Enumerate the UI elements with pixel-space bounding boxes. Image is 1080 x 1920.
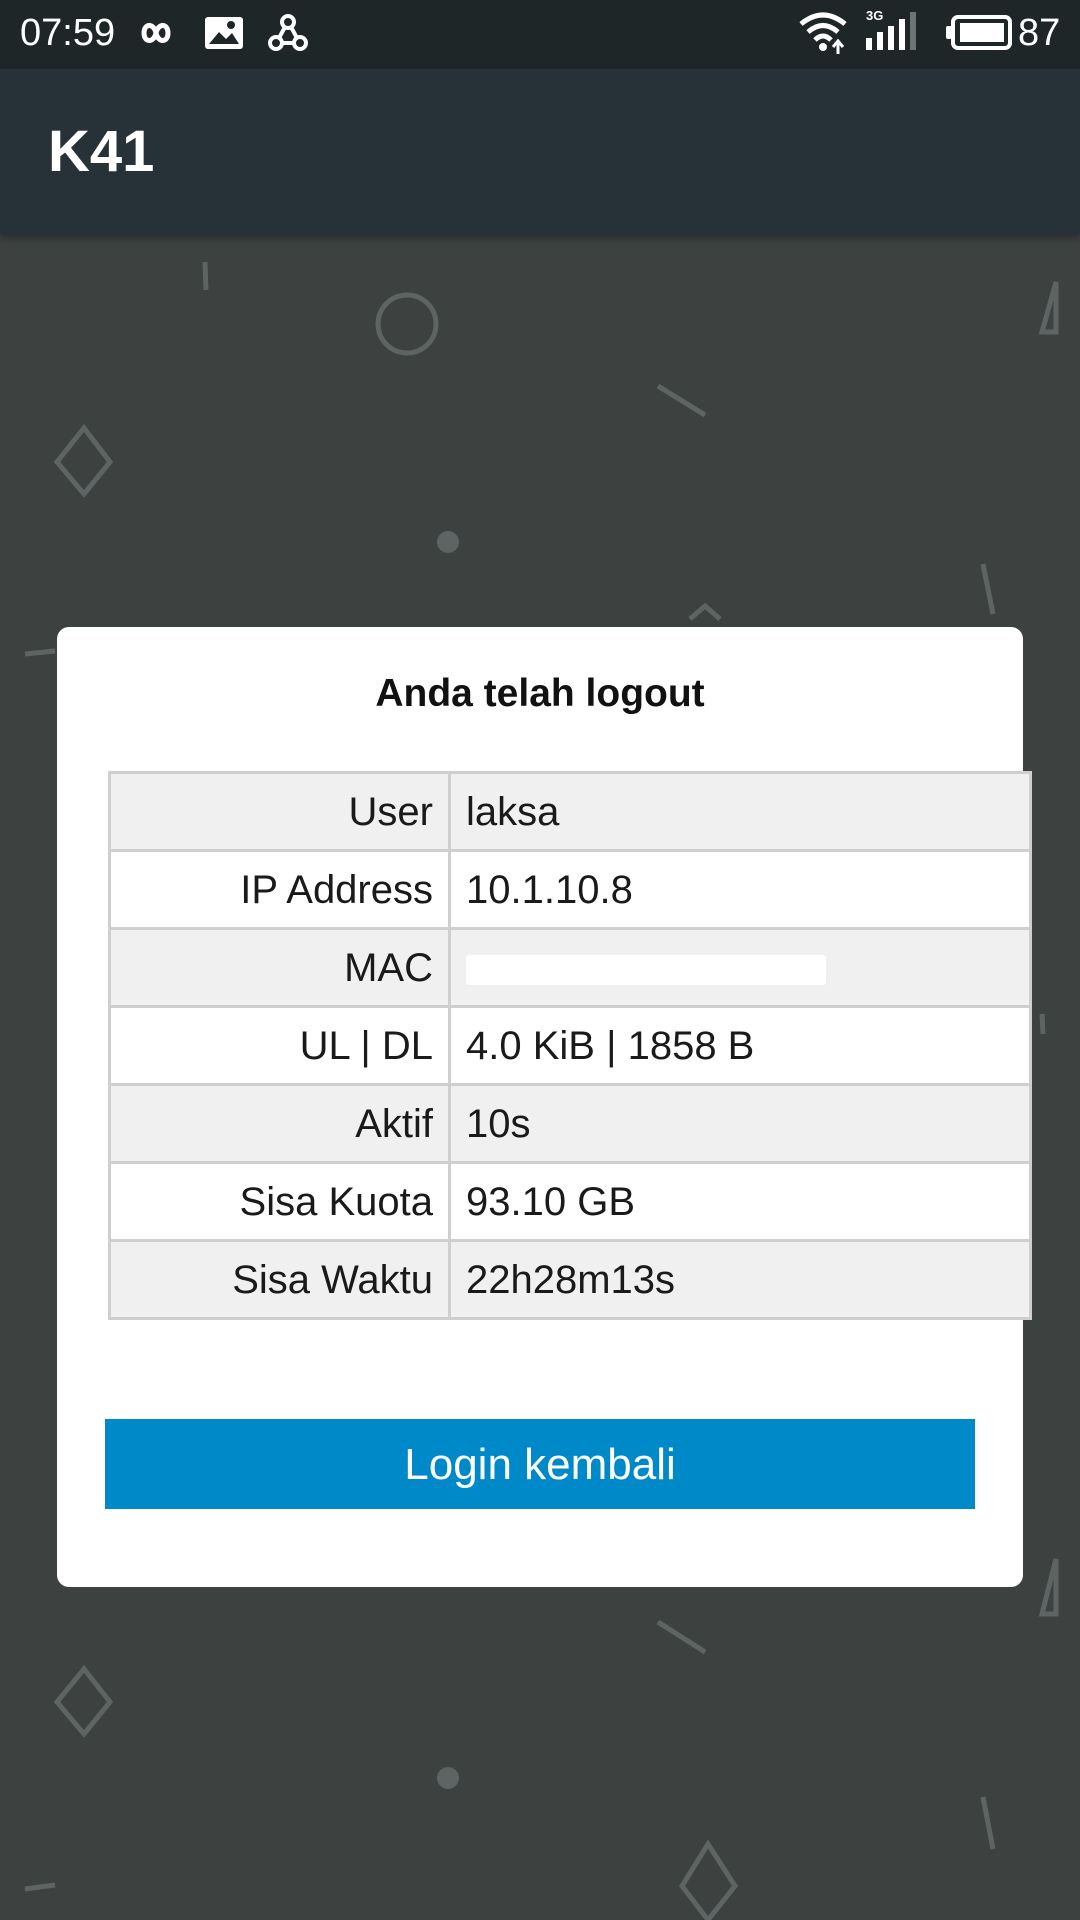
logout-title: Anda telah logout (375, 672, 705, 715)
session-info-table: User laksa IP Address 10.1.10.8 MAC UL |… (108, 771, 1032, 1320)
row-label-ul-dl: UL | DL (108, 1005, 451, 1086)
table-row: User laksa (108, 771, 1032, 852)
table-row: UL | DL 4.0 KiB | 1858 B (108, 1005, 1032, 1086)
row-label-sisa-waktu: Sisa Waktu (108, 1239, 451, 1320)
table-row: Sisa Waktu 22h28m13s (108, 1239, 1032, 1320)
row-value-ip-address: 10.1.10.8 (448, 849, 1032, 930)
row-label-mac: MAC (108, 927, 451, 1008)
row-label-user: User (108, 771, 451, 852)
row-value-sisa-kuota: 93.10 GB (448, 1161, 1032, 1242)
network-type-label: 3G (866, 8, 883, 23)
mac-redaction (466, 954, 826, 985)
app-bar: K41 (0, 69, 1080, 234)
row-value-user: laksa (448, 771, 1032, 852)
row-value-mac (448, 927, 1032, 1008)
battery-icon (945, 14, 1013, 57)
gallery-icon (203, 14, 245, 57)
battery-percent: 87 (1018, 12, 1061, 54)
table-row: IP Address 10.1.10.8 (108, 849, 1032, 930)
row-value-aktif: 10s (448, 1083, 1032, 1164)
table-row: MAC (108, 927, 1032, 1008)
row-value-sisa-waktu: 22h28m13s (448, 1239, 1032, 1320)
login-again-button[interactable]: Login kembali (105, 1419, 975, 1509)
share-hub-icon (266, 12, 310, 59)
row-label-aktif: Aktif (108, 1083, 451, 1164)
row-label-ip-address: IP Address (108, 849, 451, 930)
row-value-ul-dl: 4.0 KiB | 1858 B (448, 1005, 1032, 1086)
status-time: 07:59 (20, 12, 116, 54)
table-row: Aktif 10s (108, 1083, 1032, 1164)
wifi-icon (798, 10, 848, 59)
app-title: K41 (48, 119, 155, 184)
infinity-icon (130, 14, 182, 57)
table-row: Sisa Kuota 93.10 GB (108, 1161, 1032, 1242)
row-label-sisa-kuota: Sisa Kuota (108, 1161, 451, 1242)
status-bar: 07:59 3G 87 (0, 0, 1080, 69)
signal-icon: 3G (864, 6, 922, 59)
logout-card: Anda telah logout User laksa IP Address … (57, 627, 1032, 1587)
